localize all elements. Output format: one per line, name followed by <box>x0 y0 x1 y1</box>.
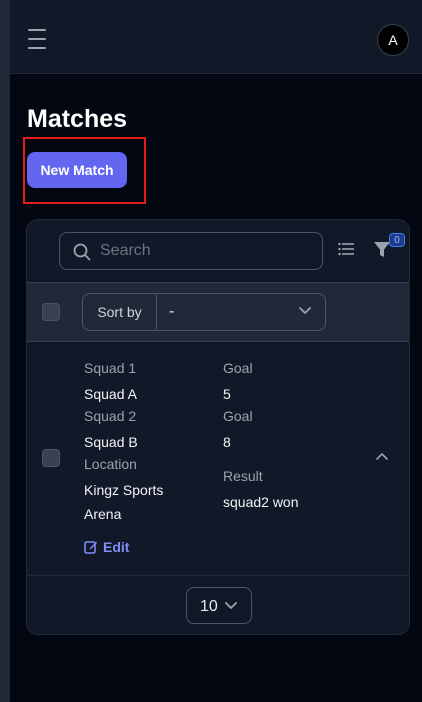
top-bar: A <box>10 0 422 74</box>
sort-control: Sort by - <box>82 293 326 331</box>
edit-link[interactable]: Edit <box>84 539 129 555</box>
table-row: Squad 1 Squad A Squad 2 Squad B Location… <box>27 342 409 575</box>
result-value: squad2 won <box>223 494 299 510</box>
sort-label: Sort by <box>83 294 157 330</box>
squad2-label: Squad 2 <box>84 408 137 424</box>
chevron-up-icon[interactable] <box>376 452 388 460</box>
highlight-box <box>23 137 146 204</box>
filter-count-badge: 0 <box>389 233 405 247</box>
edit-label: Edit <box>103 539 130 555</box>
column-toggle-list-icon[interactable] <box>338 242 354 256</box>
page-title: Matches <box>27 105 128 133</box>
chevron-down-icon <box>299 307 311 314</box>
sort-value: - <box>169 303 175 320</box>
goal2-label: Goal <box>223 408 253 424</box>
search-icon <box>73 243 91 261</box>
search-field[interactable] <box>59 232 323 270</box>
location-label: Location <box>84 456 137 472</box>
location-value: Kingz Sports Arena <box>84 482 164 522</box>
per-page-value: 10 <box>200 598 218 615</box>
row-checkbox[interactable] <box>42 449 60 467</box>
squad1-label: Squad 1 <box>84 360 137 376</box>
per-page-select[interactable]: 10 <box>186 587 252 624</box>
goal2-value: 8 <box>223 434 231 450</box>
squad1-value: Squad A <box>84 386 137 402</box>
user-avatar[interactable]: A <box>377 24 409 56</box>
sort-bar: Sort by - <box>27 282 409 342</box>
matches-table-panel: 0 Sort by - Squad 1 Squad A Squad 2 Squa… <box>26 219 410 635</box>
result-label: Result <box>223 468 263 484</box>
pagination-footer: 10 <box>27 575 409 634</box>
hamburger-menu-icon[interactable] <box>28 29 50 49</box>
chevron-down-icon <box>225 602 237 609</box>
select-all-checkbox[interactable] <box>42 303 60 321</box>
goal1-value: 5 <box>223 386 231 402</box>
edit-pencil-icon <box>84 541 97 554</box>
squad2-value: Squad B <box>84 434 138 450</box>
window-edge <box>0 0 10 702</box>
sort-select[interactable]: - <box>157 294 325 330</box>
search-input[interactable] <box>100 233 315 269</box>
goal1-label: Goal <box>223 360 253 376</box>
